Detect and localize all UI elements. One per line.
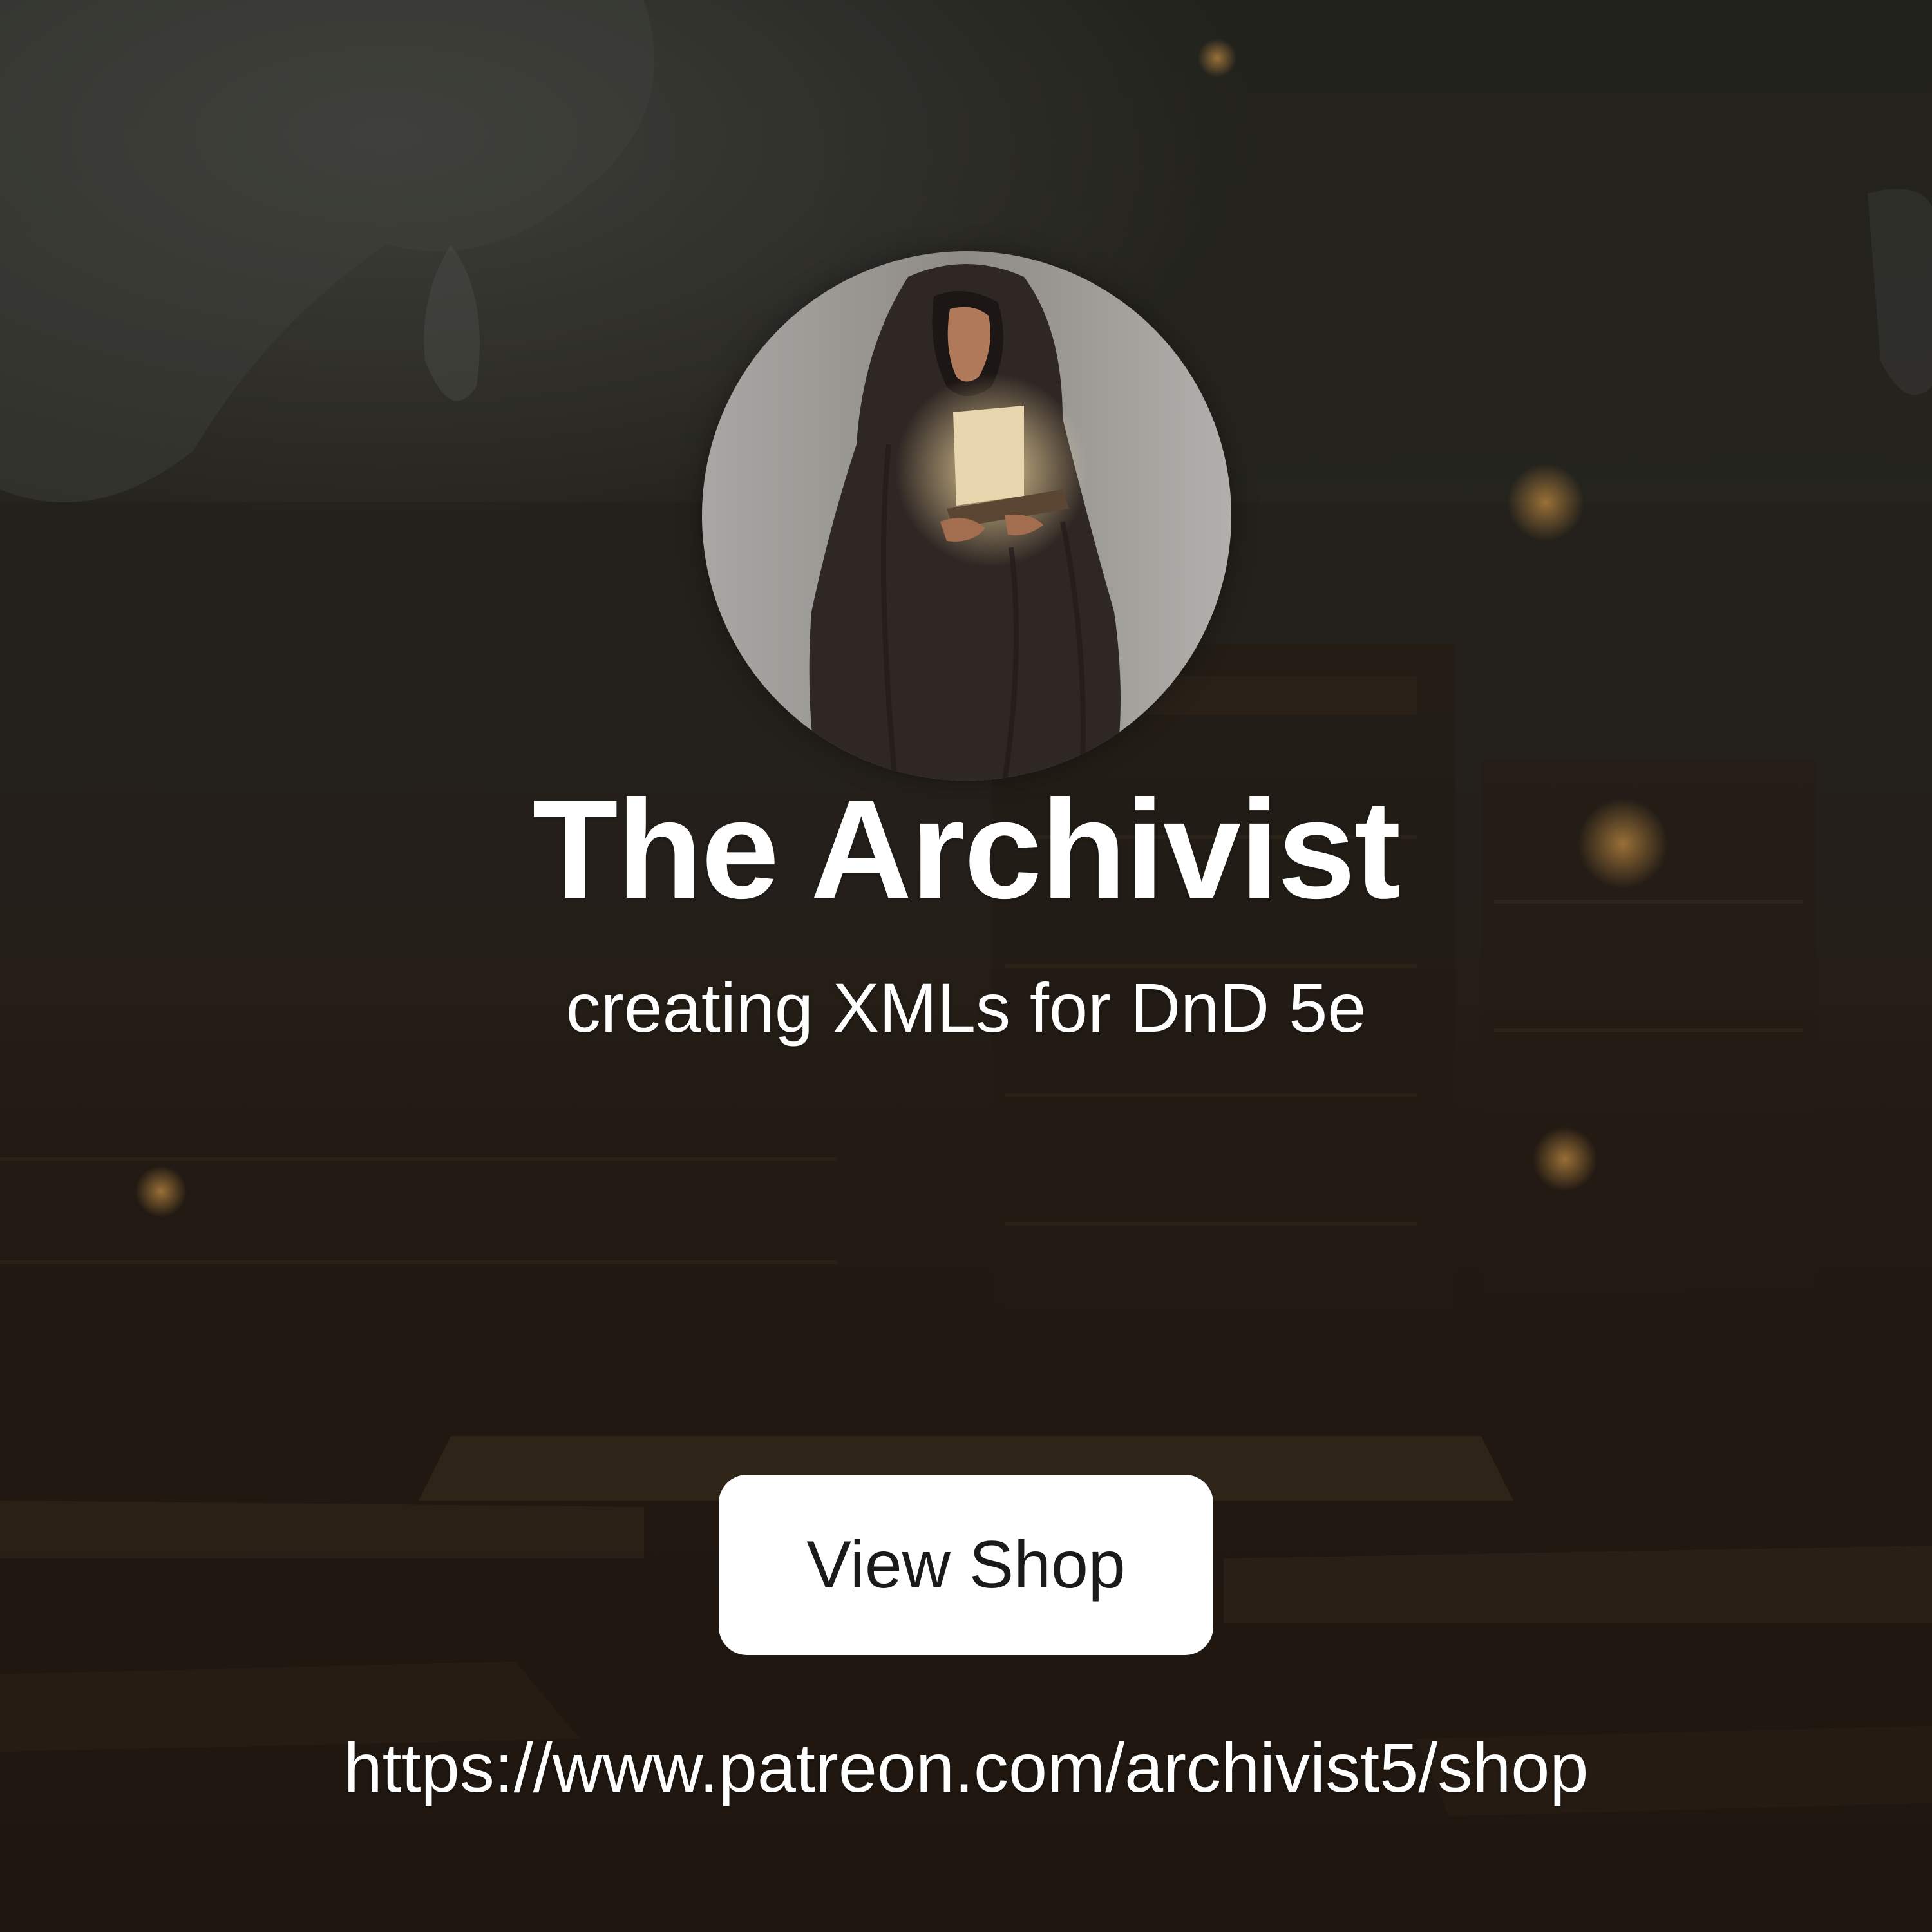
profile-avatar <box>702 251 1231 781</box>
view-shop-button[interactable]: View Shop <box>719 1475 1213 1655</box>
profile-tagline: creating XMLs for DnD 5e <box>565 969 1367 1046</box>
link-card-page: The Archivist creating XMLs for DnD 5e V… <box>0 0 1932 1932</box>
profile-name: The Archivist <box>532 772 1401 928</box>
shop-url-link[interactable]: https://www.patreon.com/archivist5/shop <box>0 1726 1932 1810</box>
hooded-archivist-portrait-icon <box>702 251 1231 781</box>
